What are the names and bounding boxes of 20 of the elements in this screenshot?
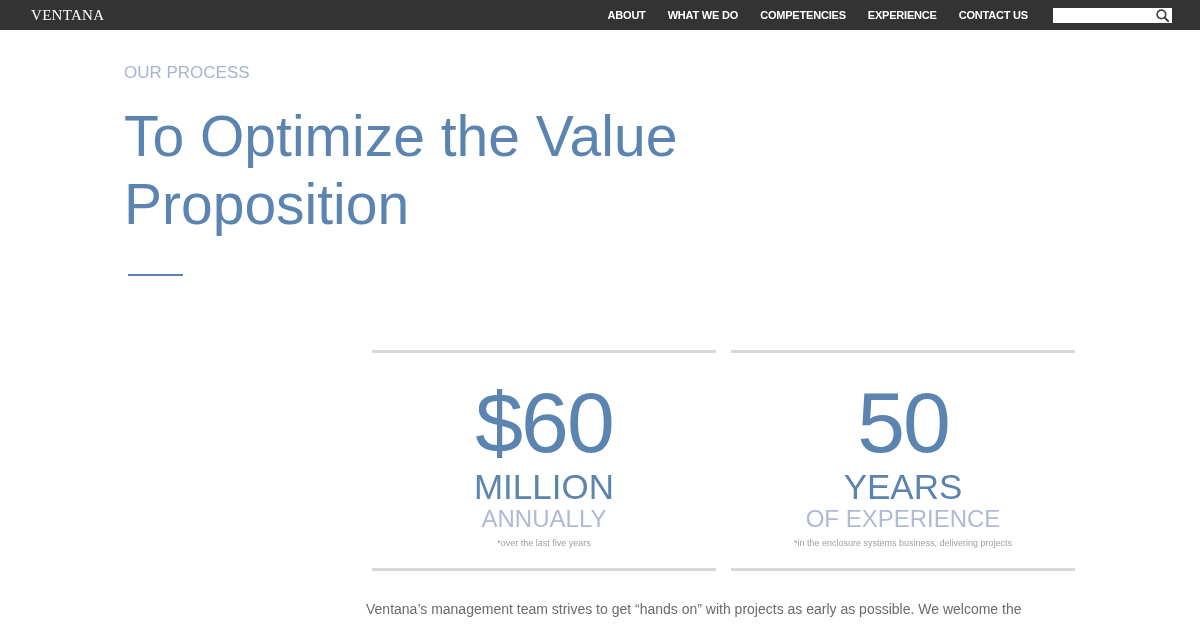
nav-link[interactable]: CONTACT US xyxy=(958,8,1028,22)
stat-footnote: *in the enclosure systems business, delivering projects xyxy=(793,537,1013,549)
search-field[interactable] xyxy=(1053,7,1172,23)
stat-unit: YEARS xyxy=(843,469,963,505)
intro-paragraph: Ventana’s management team strives to get “hands on” with projects as early as possible. We welcome the xyxy=(366,600,1022,619)
stat-figure: 50 xyxy=(857,381,949,463)
section-eyebrow: OUR PROCESS xyxy=(124,63,250,83)
nav-link[interactable]: EXPERIENCE xyxy=(867,8,937,22)
search-icon[interactable] xyxy=(1156,8,1169,22)
stat-footnote: *over the last five years xyxy=(497,537,591,549)
accent-rule xyxy=(128,274,183,276)
page-heading: To Optimize the Value Proposition xyxy=(124,103,679,238)
nav-link[interactable]: ABOUT xyxy=(607,8,646,22)
stat-qualifier: ANNUALLY xyxy=(481,505,607,533)
nav-link[interactable]: COMPETENCIES xyxy=(760,8,846,22)
logo[interactable]: VENTANA xyxy=(31,6,105,24)
stat-figure: $60 xyxy=(475,381,613,463)
stat-qualifier: OF EXPERIENCE xyxy=(805,505,1001,533)
stat-unit: MILLION xyxy=(473,469,614,505)
nav-link[interactable]: WHAT WE DO xyxy=(667,8,739,22)
